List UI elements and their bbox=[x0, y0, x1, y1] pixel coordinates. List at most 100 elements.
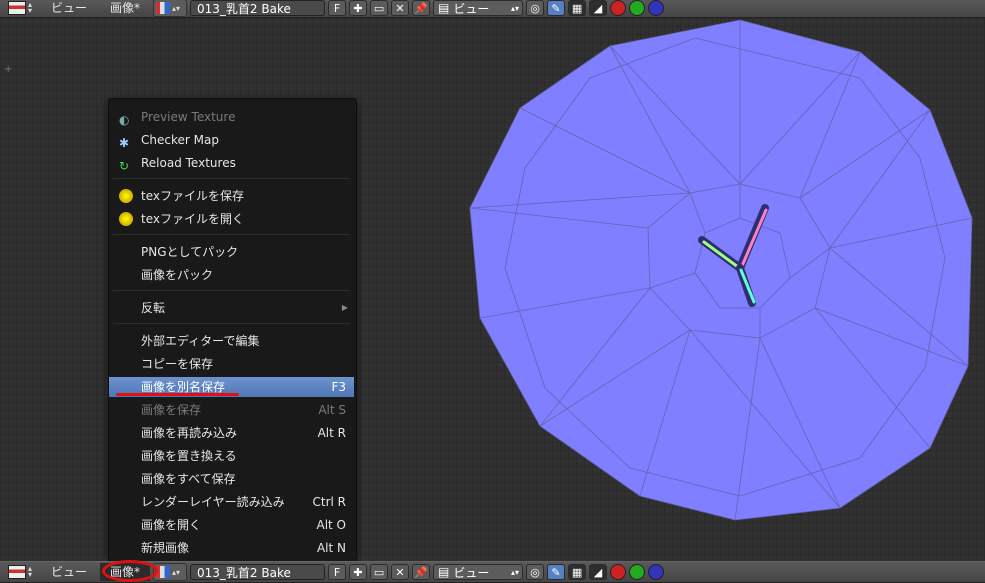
menu-item-shortcut: Alt O bbox=[316, 518, 346, 532]
image-browse-icon bbox=[156, 2, 171, 14]
red-channel-button[interactable] bbox=[610, 564, 627, 580]
pin-icon: 📌 bbox=[414, 565, 428, 579]
plus-icon: ✚ bbox=[353, 1, 363, 15]
preview-icon: ◐ bbox=[119, 113, 130, 127]
blue-channel-button[interactable] bbox=[648, 564, 665, 580]
red-channel-button[interactable] bbox=[610, 0, 627, 16]
open-image-button[interactable]: ▭ bbox=[370, 0, 389, 16]
pencil-icon: ✎ bbox=[551, 565, 561, 579]
updown-arrow-icon: ▴▾ bbox=[511, 3, 520, 13]
editor-type-selector[interactable]: ▴ ▾ bbox=[8, 0, 38, 16]
updown-arrow-icon: ▴▾ bbox=[28, 564, 33, 579]
close-icon: ✕ bbox=[395, 565, 405, 579]
folder-icon: ▭ bbox=[373, 1, 385, 15]
menu-item-reload-textures[interactable]: ↻ Reload Textures bbox=[109, 153, 354, 173]
folder-icon: ▭ bbox=[373, 565, 385, 579]
menu-item-save[interactable]: 画像を保存 Alt S bbox=[109, 400, 354, 420]
image-name-field[interactable]: 013_乳首2 Bake bbox=[190, 564, 326, 580]
menu-item-label: Checker Map bbox=[141, 133, 219, 147]
menu-item-tex-save[interactable]: texファイルを保存 bbox=[109, 186, 354, 206]
menu-item-label: コピーを保存 bbox=[141, 357, 214, 371]
plus-icon: ✚ bbox=[353, 565, 363, 579]
blue-channel-button[interactable] bbox=[648, 0, 665, 16]
image-menu[interactable]: 画像* bbox=[100, 0, 150, 17]
image-editor-header-top: ▴ ▾ ビュー 画像* ▴▾ 013_乳首2 Bake F ✚ ▭ ✕ 📌 ▤ ビュ… bbox=[0, 0, 985, 18]
menu-item-read-render-layers[interactable]: レンダーレイヤー読み込み Ctrl R bbox=[109, 492, 354, 512]
draw-channels-z-button[interactable]: ◢ bbox=[589, 564, 608, 580]
editor-type-selector[interactable]: ▴ ▾ bbox=[8, 564, 38, 580]
menu-item-label: PNGとしてパック bbox=[141, 245, 239, 259]
menu-item-replace[interactable]: 画像を置き換える bbox=[109, 446, 354, 466]
menu-item-shortcut: Alt N bbox=[316, 541, 346, 555]
z-gradient-icon: ◢ bbox=[593, 1, 603, 15]
submenu-arrow-icon: ▶ bbox=[341, 303, 348, 312]
tex-open-icon bbox=[119, 212, 133, 226]
red-circle-annotation bbox=[102, 560, 158, 582]
menu-item-save-all[interactable]: 画像をすべて保存 bbox=[109, 469, 354, 489]
menu-item-preview-texture[interactable]: ◐ Preview Texture bbox=[109, 107, 354, 127]
image-name-field[interactable]: 013_乳首2 Bake bbox=[190, 0, 326, 16]
unlink-image-button[interactable]: ✕ bbox=[391, 0, 410, 16]
draw-channels-color-button[interactable]: ✎ bbox=[547, 564, 566, 580]
updown-arrow-icon: ▴▾ bbox=[511, 567, 520, 577]
checker-icon: ▦ bbox=[571, 565, 583, 579]
menu-item-pack-image[interactable]: 画像をパック bbox=[109, 265, 354, 285]
updown-arrow-icon: ▴▾ bbox=[28, 0, 33, 15]
mode-selector[interactable]: ▤ ビュー ▴▾ bbox=[433, 564, 524, 580]
menu-separator bbox=[113, 234, 350, 235]
menu-separator bbox=[113, 178, 350, 179]
pivot-selector[interactable]: ◎ bbox=[526, 564, 545, 580]
red-underline-annotation bbox=[116, 393, 239, 396]
image-editor-icon bbox=[8, 1, 26, 15]
draw-channels-color-button[interactable]: ✎ bbox=[547, 0, 566, 16]
new-image-button[interactable]: ✚ bbox=[349, 564, 368, 580]
menu-item-pack-as-png[interactable]: PNGとしてパック bbox=[109, 242, 354, 262]
fake-user-button[interactable]: F bbox=[328, 564, 347, 580]
menu-item-label: Reload Textures bbox=[141, 156, 236, 170]
menu-item-label: texファイルを保存 bbox=[141, 189, 244, 203]
fake-user-button[interactable]: F bbox=[328, 0, 347, 16]
menu-item-label: 画像をすべて保存 bbox=[141, 472, 236, 486]
view-menu[interactable]: ビュー bbox=[41, 0, 97, 17]
new-image-button[interactable]: ✚ bbox=[349, 0, 368, 16]
menu-item-shortcut: Ctrl R bbox=[312, 495, 346, 509]
image-browse-button[interactable]: ▴▾ bbox=[153, 563, 188, 581]
updown-arrow-icon: ▴▾ bbox=[172, 3, 181, 13]
z-gradient-icon: ◢ bbox=[593, 565, 603, 579]
menu-item-label: 画像を保存 bbox=[141, 403, 202, 417]
pin-button[interactable]: 📌 bbox=[412, 564, 431, 580]
green-channel-button[interactable] bbox=[629, 0, 646, 16]
menu-item-edit-externally[interactable]: 外部エディターで編集 bbox=[109, 331, 354, 351]
pivot-selector[interactable]: ◎ bbox=[526, 0, 545, 16]
reload-icon: ↻ bbox=[119, 159, 130, 173]
menu-item-label: texファイルを開く bbox=[141, 212, 244, 226]
draw-channels-z-button[interactable]: ◢ bbox=[589, 0, 608, 16]
menu-separator bbox=[113, 290, 350, 291]
menu-item-open-image[interactable]: 画像を開く Alt O bbox=[109, 515, 354, 535]
menu-item-invert[interactable]: 反転 ▶ bbox=[109, 298, 354, 318]
pin-icon: 📌 bbox=[414, 1, 428, 15]
menu-item-checker-map[interactable]: ✱ Checker Map bbox=[109, 130, 354, 150]
image-browse-icon bbox=[156, 566, 171, 578]
open-image-button[interactable]: ▭ bbox=[370, 564, 389, 580]
pin-button[interactable]: 📌 bbox=[412, 0, 431, 16]
mode-selector[interactable]: ▤ ビュー ▴▾ bbox=[433, 0, 524, 16]
menu-item-label: 画像を開く bbox=[141, 518, 202, 532]
menu-item-label: 画像をパック bbox=[141, 268, 214, 282]
menu-item-new-image[interactable]: 新規画像 Alt N bbox=[109, 538, 354, 558]
draw-channels-alpha-button[interactable]: ▦ bbox=[568, 0, 587, 16]
image-menu-popup: ◐ Preview Texture ✱ Checker Map ↻ Reload Te… bbox=[108, 98, 357, 562]
view-menu[interactable]: ビュー bbox=[41, 563, 97, 581]
draw-channels-alpha-button[interactable]: ▦ bbox=[568, 564, 587, 580]
image-browse-button[interactable]: ▴▾ bbox=[153, 0, 188, 17]
menu-item-shortcut: Alt R bbox=[317, 426, 346, 440]
menu-item-tex-open[interactable]: texファイルを開く bbox=[109, 209, 354, 229]
unlink-image-button[interactable]: ✕ bbox=[391, 564, 410, 580]
green-channel-button[interactable] bbox=[629, 564, 646, 580]
checker-icon: ▦ bbox=[571, 1, 583, 15]
pivot-icon: ◎ bbox=[530, 565, 540, 579]
menu-item-reload[interactable]: 画像を再読み込み Alt R bbox=[109, 423, 354, 443]
menu-item-label: 画像を再読み込み bbox=[141, 426, 238, 440]
menu-item-save-copy[interactable]: コピーを保存 bbox=[109, 354, 354, 374]
menu-item-label: 新規画像 bbox=[141, 541, 190, 555]
